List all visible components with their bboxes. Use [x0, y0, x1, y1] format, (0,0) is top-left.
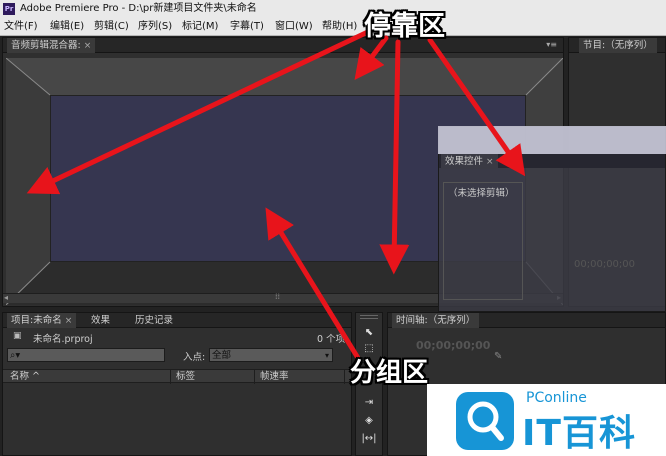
dock-zone-callout: 停靠区	[364, 11, 445, 42]
magnifier-icon	[467, 401, 504, 441]
arrow-to-left-dock	[26, 27, 375, 195]
arrow-to-bottom-dock	[379, 39, 410, 275]
group-zone-callout: 分组区	[350, 358, 429, 388]
arrow-to-group-center	[265, 207, 361, 361]
it-baike-logo	[456, 392, 514, 450]
arrow-to-right-dock	[427, 37, 526, 177]
watermark-name: IT百科	[522, 413, 636, 454]
